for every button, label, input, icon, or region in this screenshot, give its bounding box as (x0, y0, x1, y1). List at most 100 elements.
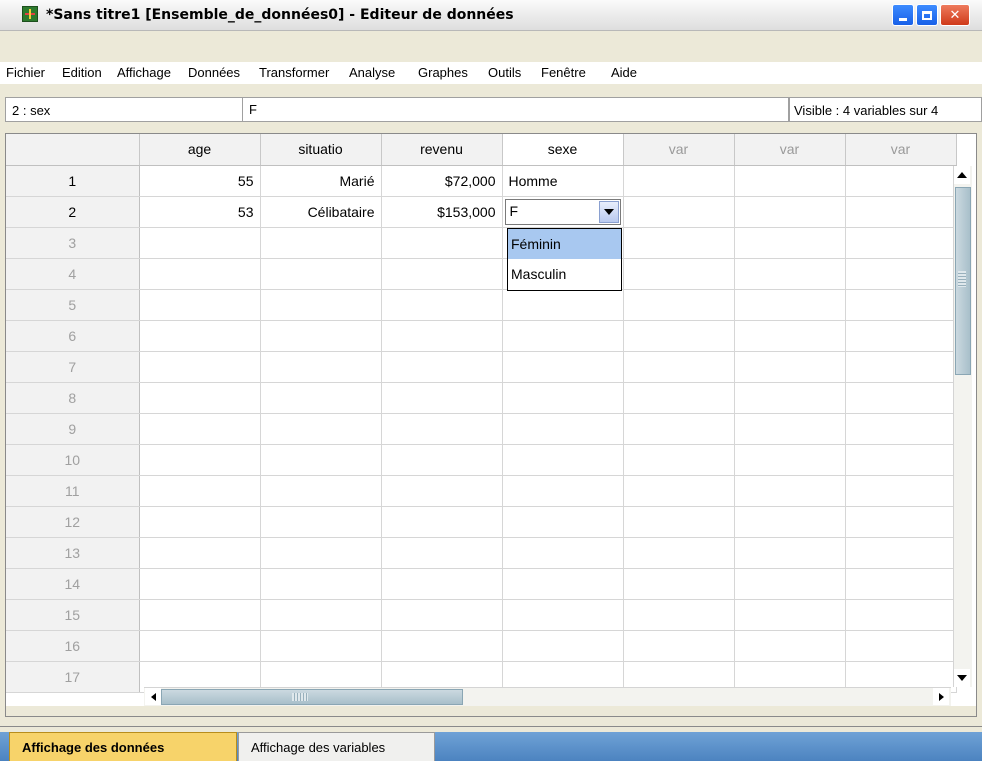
cell-empty[interactable] (502, 382, 624, 414)
cell-value-input[interactable]: F (243, 97, 789, 122)
cell-empty[interactable] (502, 320, 624, 352)
cell-empty[interactable] (734, 227, 846, 259)
row-number[interactable]: 11 (6, 475, 140, 507)
menu-affichage[interactable]: Affichage (117, 65, 171, 80)
cell-empty[interactable] (381, 258, 503, 290)
cell-empty[interactable] (381, 630, 503, 662)
cell-empty[interactable] (623, 351, 735, 383)
cell-empty[interactable] (381, 599, 503, 631)
row-number[interactable]: 4 (6, 258, 140, 290)
cell-empty[interactable] (260, 599, 382, 631)
grid-corner[interactable] (6, 134, 140, 166)
cell-empty[interactable] (260, 444, 382, 476)
cell-empty[interactable] (139, 568, 261, 600)
cell-empty[interactable] (623, 165, 735, 197)
cell-empty[interactable] (381, 351, 503, 383)
row-number[interactable]: 10 (6, 444, 140, 476)
cell-empty[interactable] (734, 258, 846, 290)
cell-empty[interactable] (502, 568, 624, 600)
cell-empty[interactable] (845, 599, 957, 631)
cell-empty[interactable] (502, 444, 624, 476)
cell-empty[interactable] (734, 537, 846, 569)
cell-empty[interactable] (734, 506, 846, 538)
cell-empty[interactable] (260, 382, 382, 414)
row-number[interactable]: 13 (6, 537, 140, 569)
row-number[interactable]: 7 (6, 351, 140, 383)
cell-empty[interactable] (260, 506, 382, 538)
cell-empty[interactable] (381, 537, 503, 569)
row-number[interactable]: 14 (6, 568, 140, 600)
cell-empty[interactable] (260, 351, 382, 383)
spss-grid-icon[interactable] (22, 6, 38, 22)
cell-empty[interactable] (623, 537, 735, 569)
row-number[interactable]: 5 (6, 289, 140, 321)
close-button[interactable]: ✕ (940, 4, 970, 26)
cell-empty[interactable] (845, 506, 957, 538)
scroll-left-button[interactable] (145, 688, 161, 705)
dropdown-button[interactable] (598, 200, 619, 223)
maximize-button[interactable] (916, 4, 938, 26)
cell-empty[interactable] (623, 320, 735, 352)
cell-empty[interactable] (260, 227, 382, 259)
cell-empty[interactable] (502, 289, 624, 321)
cell-empty[interactable] (139, 506, 261, 538)
cell-empty[interactable] (381, 475, 503, 507)
cell-empty[interactable] (502, 351, 624, 383)
cell-empty[interactable] (845, 630, 957, 662)
cell-empty[interactable] (139, 537, 261, 569)
cell-empty[interactable] (734, 382, 846, 414)
cell-empty[interactable] (139, 289, 261, 321)
row-number[interactable]: 17 (6, 661, 140, 693)
cell-empty[interactable] (502, 630, 624, 662)
option-masculin[interactable]: Masculin (508, 259, 621, 289)
row-number[interactable]: 2 (6, 196, 140, 228)
cell-empty[interactable] (139, 444, 261, 476)
cell-empty[interactable] (260, 320, 382, 352)
menu-aide[interactable]: Aide (611, 65, 637, 80)
cell-empty[interactable] (845, 444, 957, 476)
column-header-revenu[interactable]: revenu (381, 134, 503, 166)
cell-empty[interactable] (845, 320, 957, 352)
cell-empty[interactable] (139, 227, 261, 259)
column-header-age[interactable]: age (139, 134, 261, 166)
cell-empty[interactable] (734, 320, 846, 352)
cell-empty[interactable] (381, 506, 503, 538)
cell-empty[interactable] (845, 258, 957, 290)
row-number[interactable]: 15 (6, 599, 140, 631)
menu-fenetre[interactable]: Fenêtre (541, 65, 586, 80)
cell-empty[interactable] (260, 413, 382, 445)
column-header-sexe[interactable]: sexe (502, 134, 624, 166)
cell-empty[interactable] (623, 506, 735, 538)
row-number[interactable]: 12 (6, 506, 140, 538)
cell-empty[interactable] (623, 258, 735, 290)
row-number[interactable]: 8 (6, 382, 140, 414)
tab-variable-view[interactable]: Affichage des variables (238, 732, 435, 761)
cell-empty[interactable] (139, 258, 261, 290)
cell-age[interactable]: 55 (139, 165, 261, 197)
cell-empty[interactable] (139, 320, 261, 352)
tab-data-view[interactable]: Affichage des données (9, 732, 237, 761)
horizontal-scroll-thumb[interactable] (161, 689, 463, 705)
cell-situatio[interactable]: Célibataire (260, 196, 382, 228)
cell-empty[interactable] (845, 165, 957, 197)
cell-empty[interactable] (502, 599, 624, 631)
cell-empty[interactable] (734, 289, 846, 321)
row-number[interactable]: 6 (6, 320, 140, 352)
cell-age[interactable]: 53 (139, 196, 261, 228)
cell-empty[interactable] (623, 599, 735, 631)
cell-empty[interactable] (845, 196, 957, 228)
cell-empty[interactable] (734, 196, 846, 228)
cell-empty[interactable] (623, 227, 735, 259)
cell-empty[interactable] (502, 506, 624, 538)
row-number[interactable]: 3 (6, 227, 140, 259)
cell-empty[interactable] (381, 444, 503, 476)
cell-empty[interactable] (623, 568, 735, 600)
cell-empty[interactable] (139, 630, 261, 662)
cell-empty[interactable] (139, 382, 261, 414)
cell-empty[interactable] (623, 444, 735, 476)
row-number[interactable]: 1 (6, 165, 140, 197)
cell-empty[interactable] (734, 599, 846, 631)
cell-empty[interactable] (734, 475, 846, 507)
cell-empty[interactable] (139, 475, 261, 507)
minimize-button[interactable] (892, 4, 914, 26)
